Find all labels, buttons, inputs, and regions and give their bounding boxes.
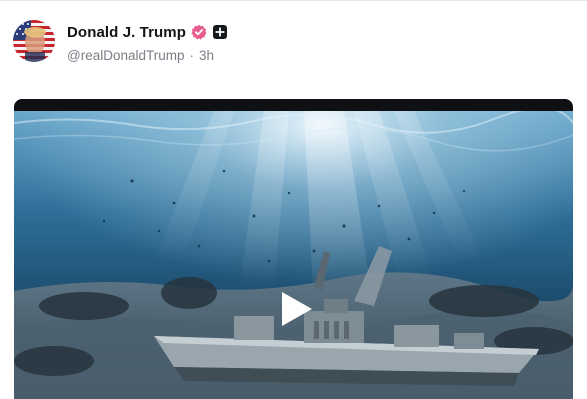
post-header: Donald J. Trump @realDonaldTrump · 3h [67, 22, 228, 63]
video-player[interactable] [14, 99, 573, 399]
user-handle[interactable]: @realDonaldTrump [67, 48, 185, 63]
video-thumbnail [14, 111, 573, 399]
plus-badge-icon [213, 25, 228, 39]
post-card: Donald J. Trump @realDonaldTrump · 3h [0, 0, 587, 399]
name-row: Donald J. Trump [67, 22, 228, 42]
meta-row: @realDonaldTrump · 3h [67, 48, 227, 63]
flag-portrait-icon [13, 20, 55, 62]
display-name[interactable]: Donald J. Trump [67, 24, 186, 41]
play-button[interactable] [278, 289, 316, 334]
avatar[interactable] [13, 20, 55, 62]
play-icon [282, 292, 312, 326]
verified-badge-icon [191, 24, 207, 40]
meta-separator: · [189, 48, 195, 63]
post-timestamp[interactable]: 3h [199, 48, 214, 63]
